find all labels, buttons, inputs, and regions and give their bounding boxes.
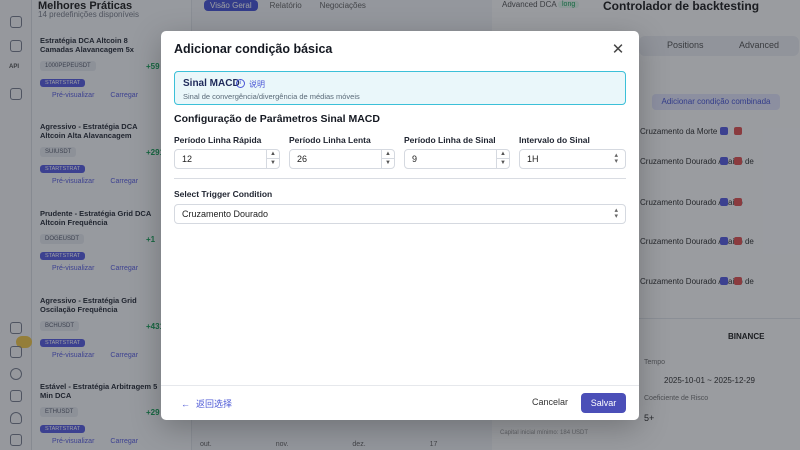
slow-period-stepper: ▲ ▼ bbox=[381, 150, 394, 168]
section-title: Configuração de Parâmetros Sinal MACD bbox=[174, 113, 380, 125]
signal-interval-value: 1H bbox=[527, 154, 539, 164]
signal-interval-select[interactable]: 1H ▴ ▾ bbox=[519, 149, 626, 169]
help-link[interactable]: 说明 bbox=[249, 79, 265, 90]
signal-period-input[interactable] bbox=[405, 150, 497, 168]
indicator-info-box: Sinal MACD i 说明 Sinal de convergência/di… bbox=[174, 71, 626, 105]
slow-period-input[interactable] bbox=[290, 150, 382, 168]
increment-icon[interactable]: ▲ bbox=[267, 150, 279, 159]
add-basic-condition-dialog: Adicionar condição básica ✕ Sinal MACD i… bbox=[161, 31, 639, 420]
dialog-title: Adicionar condição básica bbox=[174, 42, 333, 56]
decrement-icon[interactable]: ▼ bbox=[382, 159, 394, 168]
signal-period-label: Período Linha de Sinal bbox=[404, 135, 496, 145]
footer-divider bbox=[161, 385, 639, 386]
trigger-condition-select[interactable]: Cruzamento Dourado ▴ ▾ bbox=[174, 204, 626, 224]
signal-interval-label: Intervalo do Sinal bbox=[519, 135, 590, 145]
fast-period-field: ▲ ▼ bbox=[174, 149, 280, 169]
indicator-description: Sinal de convergência/divergência de méd… bbox=[183, 92, 360, 101]
fast-period-input[interactable] bbox=[175, 150, 267, 168]
chevron-updown-icon: ▴ ▾ bbox=[614, 207, 618, 220]
close-icon[interactable]: ✕ bbox=[610, 42, 626, 58]
increment-icon[interactable]: ▲ bbox=[497, 150, 509, 159]
signal-period-field: ▲ ▼ bbox=[404, 149, 510, 169]
slow-period-field: ▲ ▼ bbox=[289, 149, 395, 169]
fast-period-label: Período Linha Rápida bbox=[174, 135, 262, 145]
save-button[interactable]: Salvar bbox=[581, 393, 626, 413]
indicator-name: Sinal MACD bbox=[183, 78, 240, 89]
section-divider bbox=[174, 178, 626, 179]
back-label: 返回选择 bbox=[196, 399, 233, 409]
cancel-button[interactable]: Cancelar bbox=[532, 397, 568, 407]
slow-period-label: Período Linha Lenta bbox=[289, 135, 371, 145]
increment-icon[interactable]: ▲ bbox=[382, 150, 394, 159]
signal-period-stepper: ▲ ▼ bbox=[496, 150, 509, 168]
info-icon[interactable]: i bbox=[236, 79, 245, 88]
fast-period-stepper: ▲ ▼ bbox=[266, 150, 279, 168]
decrement-icon[interactable]: ▼ bbox=[267, 159, 279, 168]
chevron-updown-icon: ▴ ▾ bbox=[614, 152, 618, 165]
decrement-icon[interactable]: ▼ bbox=[497, 159, 509, 168]
trigger-condition-value: Cruzamento Dourado bbox=[182, 209, 269, 219]
back-to-selection-link[interactable]: ← 返回选择 bbox=[181, 397, 238, 410]
arrow-left-icon: ← bbox=[181, 399, 190, 409]
trigger-condition-label: Select Trigger Condition bbox=[174, 189, 273, 199]
